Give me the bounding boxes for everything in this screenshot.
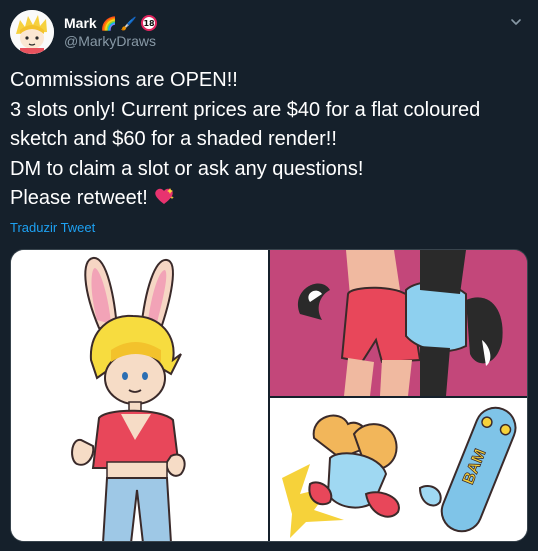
avatar-image — [10, 10, 54, 54]
display-name[interactable]: Mark — [64, 15, 97, 31]
translate-tweet-link[interactable]: Traduzir Tweet — [10, 220, 95, 235]
avatar[interactable] — [10, 10, 54, 54]
media-grid: BAM — [10, 249, 528, 542]
media-image-bunny-character[interactable] — [11, 250, 268, 541]
user-handle[interactable]: @MarkyDraws — [64, 33, 156, 49]
rainbow-emoji: 🌈 — [100, 15, 117, 31]
chevron-down-icon[interactable] — [506, 12, 526, 32]
age-18-badge: 18 — [141, 15, 158, 31]
paintbrush-emoji: 🖌️ — [120, 15, 138, 31]
media-image-two-characters[interactable] — [270, 250, 527, 396]
sparkling-heart-emoji — [153, 185, 175, 207]
name-row: Mark 🌈 🖌️ 18 — [64, 14, 158, 32]
media-image-skateboard-fall[interactable]: BAM — [270, 398, 527, 541]
tweet-header: Mark 🌈 🖌️ 18 @MarkyDraws — [10, 10, 528, 56]
tweet-body: Commissions are OPEN!! 3 slots only! Cur… — [10, 69, 481, 210]
tweet-text: Commissions are OPEN!! 3 slots only! Cur… — [10, 66, 528, 214]
